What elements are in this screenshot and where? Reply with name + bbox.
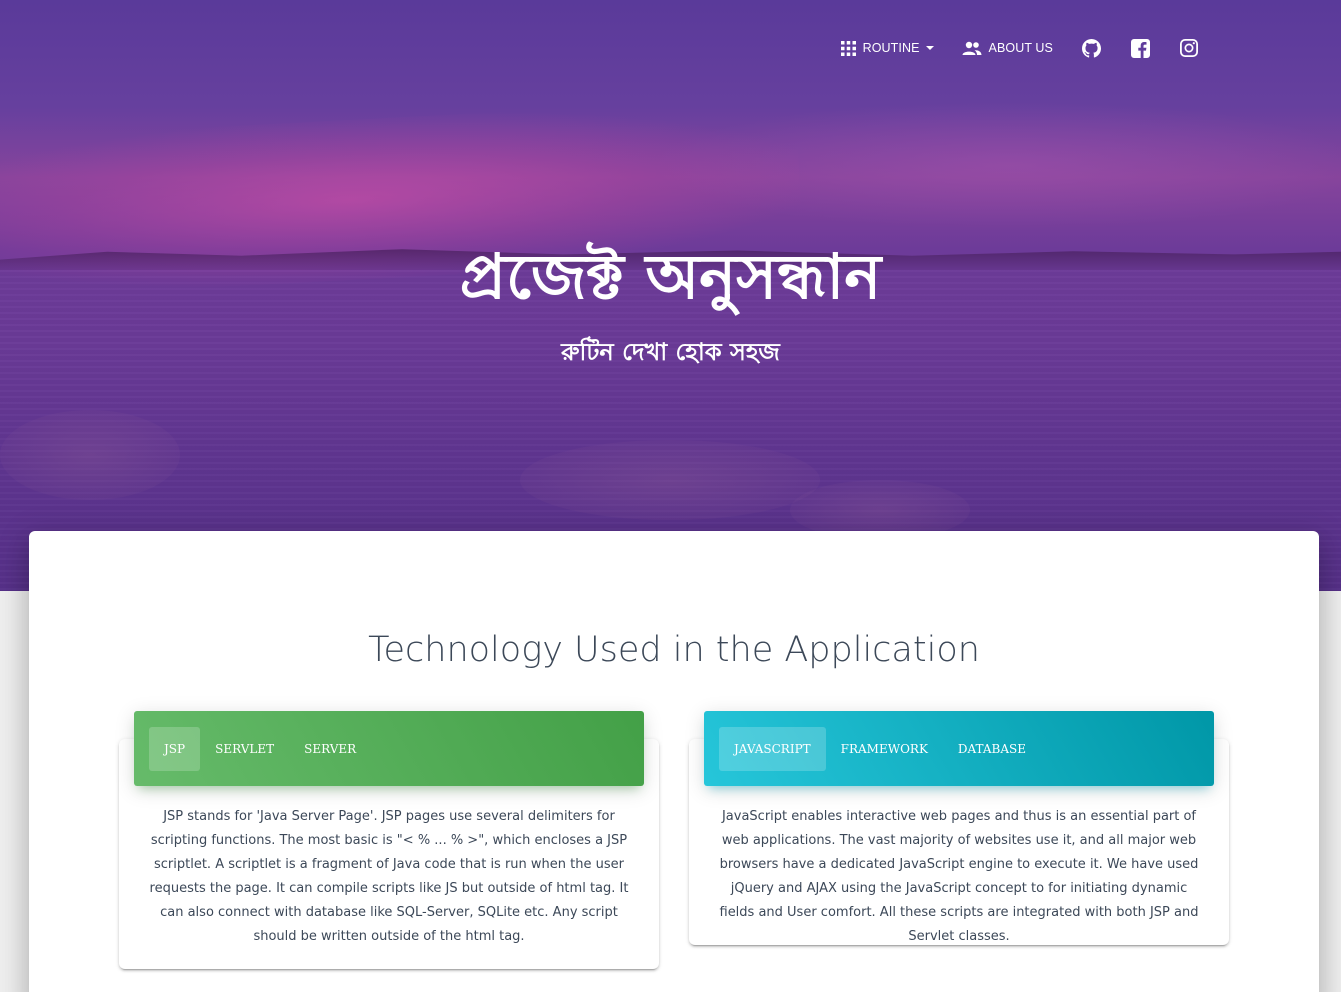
caret-down-icon (925, 46, 934, 50)
nav-about-us[interactable]: ABOUT US (948, 30, 1067, 66)
hero-banner: ROUTINE ABOUT US প্রজেক্ট অনুসন্ধান রুটি… (0, 0, 1341, 591)
nav-about-us-label: ABOUT US (988, 41, 1053, 55)
main-content-card: Technology Used in the Application JSP S… (29, 531, 1319, 992)
top-navbar: ROUTINE ABOUT US (827, 30, 1213, 66)
hero-title: প্রজেক্ট অনুসন্ধান (459, 240, 882, 313)
facebook-link[interactable] (1116, 30, 1165, 66)
tab-framework[interactable]: FRAMEWORK (826, 727, 943, 771)
nav-routine-dropdown[interactable]: ROUTINE (827, 30, 948, 66)
rock-shape (520, 440, 820, 520)
card-header-tabs: JSP SERVLET SERVER (134, 711, 644, 786)
section-title: Technology Used in the Application (368, 630, 980, 670)
tab-javascript[interactable]: JAVASCRIPT (719, 726, 826, 771)
technology-card-jsp: JSP SERVLET SERVER JSP stands for 'Java … (119, 711, 659, 969)
card-description: JavaScript enables interactive web pages… (719, 809, 1199, 944)
tab-jsp[interactable]: JSP (149, 726, 201, 771)
github-link[interactable] (1067, 30, 1116, 66)
tab-server[interactable]: SERVER (289, 727, 371, 771)
technology-card-javascript: JAVASCRIPT FRAMEWORK DATABASE JavaScript… (689, 711, 1229, 945)
nav-routine-label: ROUTINE (862, 41, 920, 55)
github-icon (1082, 38, 1101, 58)
facebook-icon (1131, 38, 1150, 58)
people-icon (962, 41, 982, 55)
apps-grid-icon (840, 40, 856, 56)
instagram-icon (1180, 39, 1198, 57)
card-description: JSP stands for 'Java Server Page'. JSP p… (149, 809, 629, 944)
hero-subtitle: রুটিন দেখা হোক সহজ (561, 337, 780, 366)
rock-shape (0, 410, 180, 500)
tab-database[interactable]: DATABASE (943, 727, 1041, 771)
instagram-link[interactable] (1165, 30, 1213, 66)
sky-glow-secondary (650, 100, 1341, 230)
tab-servlet[interactable]: SERVLET (200, 727, 289, 771)
card-header-tabs: JAVASCRIPT FRAMEWORK DATABASE (704, 711, 1214, 786)
